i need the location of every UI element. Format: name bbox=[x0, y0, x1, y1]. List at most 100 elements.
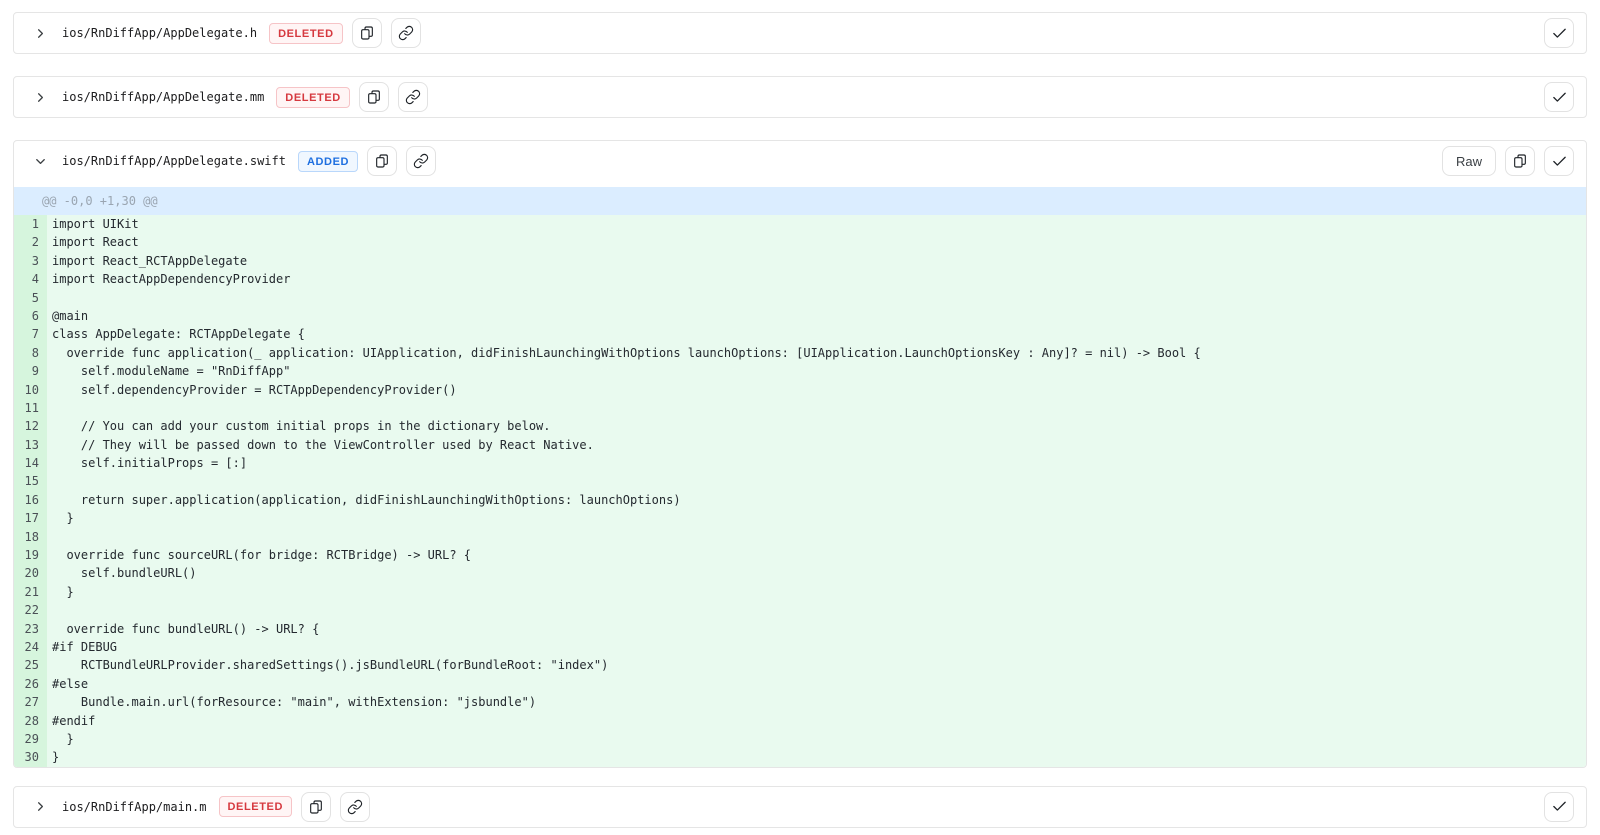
file-header[interactable]: ios/RnDiffApp/AppDelegate.mm DELETED bbox=[14, 77, 1586, 117]
copy-file-button[interactable] bbox=[1505, 146, 1535, 176]
raw-button[interactable]: Raw bbox=[1442, 146, 1496, 176]
diff-line: 14 self.initialProps = [:] bbox=[14, 454, 1586, 472]
line-number: 25 bbox=[14, 656, 47, 674]
copy-icon bbox=[308, 799, 324, 815]
line-code: import UIKit bbox=[47, 215, 1586, 233]
line-code: } bbox=[47, 748, 1586, 766]
diff-line: 30 } bbox=[14, 748, 1586, 766]
mark-complete-button[interactable] bbox=[1544, 82, 1574, 112]
diff-line: 20 self.bundleURL() bbox=[14, 564, 1586, 582]
chevron-right-icon[interactable] bbox=[32, 25, 48, 41]
line-code: RCTBundleURLProvider.sharedSettings().js… bbox=[47, 656, 1586, 674]
link-icon bbox=[413, 153, 429, 169]
copy-path-button[interactable] bbox=[301, 792, 331, 822]
copy-link-button[interactable] bbox=[391, 18, 421, 48]
chevron-right-icon[interactable] bbox=[32, 799, 48, 815]
diff-line: 24 #if DEBUG bbox=[14, 638, 1586, 656]
status-badge: ADDED bbox=[298, 151, 358, 172]
line-number: 16 bbox=[14, 491, 47, 509]
diff-line: 5 bbox=[14, 289, 1586, 307]
copy-path-button[interactable] bbox=[359, 82, 389, 112]
line-code: } bbox=[47, 730, 1586, 748]
line-code bbox=[47, 399, 1586, 417]
line-number: 3 bbox=[14, 252, 47, 270]
line-number: 12 bbox=[14, 417, 47, 435]
line-number: 27 bbox=[14, 693, 47, 711]
chevron-right-icon[interactable] bbox=[32, 89, 48, 105]
line-code: class AppDelegate: RCTAppDelegate { bbox=[47, 325, 1586, 343]
diff-line: 13 // They will be passed down to the Vi… bbox=[14, 436, 1586, 454]
line-number: 26 bbox=[14, 675, 47, 693]
file-path: ios/RnDiffApp/main.m bbox=[62, 800, 207, 814]
mark-complete-button[interactable] bbox=[1544, 146, 1574, 176]
link-icon bbox=[405, 89, 421, 105]
diff-line: 8 override func application(_ applicatio… bbox=[14, 344, 1586, 362]
line-code: @main bbox=[47, 307, 1586, 325]
diff-line: 4 import ReactAppDependencyProvider bbox=[14, 270, 1586, 288]
diff-line: 15 bbox=[14, 472, 1586, 490]
line-number: 19 bbox=[14, 546, 47, 564]
copy-link-button[interactable] bbox=[340, 792, 370, 822]
copy-link-button[interactable] bbox=[398, 82, 428, 112]
status-badge: DELETED bbox=[276, 87, 350, 108]
copy-path-button[interactable] bbox=[352, 18, 382, 48]
line-code: } bbox=[47, 509, 1586, 527]
file-panel-appdelegate-swift: ios/RnDiffApp/AppDelegate.swift ADDED Ra… bbox=[13, 140, 1587, 768]
line-code bbox=[47, 289, 1586, 307]
line-number: 9 bbox=[14, 362, 47, 380]
diff-line: 3 import React_RCTAppDelegate bbox=[14, 252, 1586, 270]
status-badge: DELETED bbox=[269, 23, 343, 44]
line-code: override func sourceURL(for bridge: RCTB… bbox=[47, 546, 1586, 564]
file-panel-main-m: ios/RnDiffApp/main.m DELETED bbox=[13, 786, 1587, 828]
line-number: 29 bbox=[14, 730, 47, 748]
diff-line: 1 import UIKit bbox=[14, 215, 1586, 233]
diff-view: @@ -0,0 +1,30 @@ 1 import UIKit 2 import… bbox=[14, 181, 1586, 767]
line-code: } bbox=[47, 583, 1586, 601]
line-number: 20 bbox=[14, 564, 47, 582]
diff-line: 23 override func bundleURL() -> URL? { bbox=[14, 620, 1586, 638]
diff-line: 16 return super.application(application,… bbox=[14, 491, 1586, 509]
file-header[interactable]: ios/RnDiffApp/AppDelegate.swift ADDED Ra… bbox=[14, 141, 1586, 181]
diff-line: 18 bbox=[14, 528, 1586, 546]
line-number: 2 bbox=[14, 233, 47, 251]
line-number: 10 bbox=[14, 381, 47, 399]
line-code bbox=[47, 601, 1586, 619]
line-number: 24 bbox=[14, 638, 47, 656]
line-number: 17 bbox=[14, 509, 47, 527]
file-path: ios/RnDiffApp/AppDelegate.mm bbox=[62, 90, 264, 104]
copy-path-button[interactable] bbox=[367, 146, 397, 176]
line-code: return super.application(application, di… bbox=[47, 491, 1586, 509]
chevron-down-icon[interactable] bbox=[32, 153, 48, 169]
line-number: 28 bbox=[14, 712, 47, 730]
copy-icon bbox=[366, 89, 382, 105]
line-code bbox=[47, 472, 1586, 490]
diff-line: 6 @main bbox=[14, 307, 1586, 325]
diff-line: 12 // You can add your custom initial pr… bbox=[14, 417, 1586, 435]
file-header[interactable]: ios/RnDiffApp/AppDelegate.h DELETED bbox=[14, 13, 1586, 53]
mark-complete-button[interactable] bbox=[1544, 792, 1574, 822]
line-code bbox=[47, 528, 1586, 546]
link-icon bbox=[347, 799, 363, 815]
line-code: // They will be passed down to the ViewC… bbox=[47, 436, 1586, 454]
check-icon bbox=[1551, 25, 1568, 42]
line-code: self.moduleName = "RnDiffApp" bbox=[47, 362, 1586, 380]
copy-link-button[interactable] bbox=[406, 146, 436, 176]
file-panel-appdelegate-h: ios/RnDiffApp/AppDelegate.h DELETED bbox=[13, 12, 1587, 54]
line-number: 7 bbox=[14, 325, 47, 343]
diff-viewer-page: ios/RnDiffApp/AppDelegate.h DELETED ios/… bbox=[0, 0, 1600, 828]
line-number: 30 bbox=[14, 748, 47, 766]
line-number: 18 bbox=[14, 528, 47, 546]
line-number: 22 bbox=[14, 601, 47, 619]
line-number: 11 bbox=[14, 399, 47, 417]
line-number: 1 bbox=[14, 215, 47, 233]
line-code: #endif bbox=[47, 712, 1586, 730]
mark-complete-button[interactable] bbox=[1544, 18, 1574, 48]
line-code: Bundle.main.url(forResource: "main", wit… bbox=[47, 693, 1586, 711]
file-header[interactable]: ios/RnDiffApp/main.m DELETED bbox=[14, 787, 1586, 827]
diff-line: 7 class AppDelegate: RCTAppDelegate { bbox=[14, 325, 1586, 343]
diff-line: 27 Bundle.main.url(forResource: "main", … bbox=[14, 693, 1586, 711]
copy-icon bbox=[359, 25, 375, 41]
diff-line: 19 override func sourceURL(for bridge: R… bbox=[14, 546, 1586, 564]
line-code: // You can add your custom initial props… bbox=[47, 417, 1586, 435]
line-code: #else bbox=[47, 675, 1586, 693]
